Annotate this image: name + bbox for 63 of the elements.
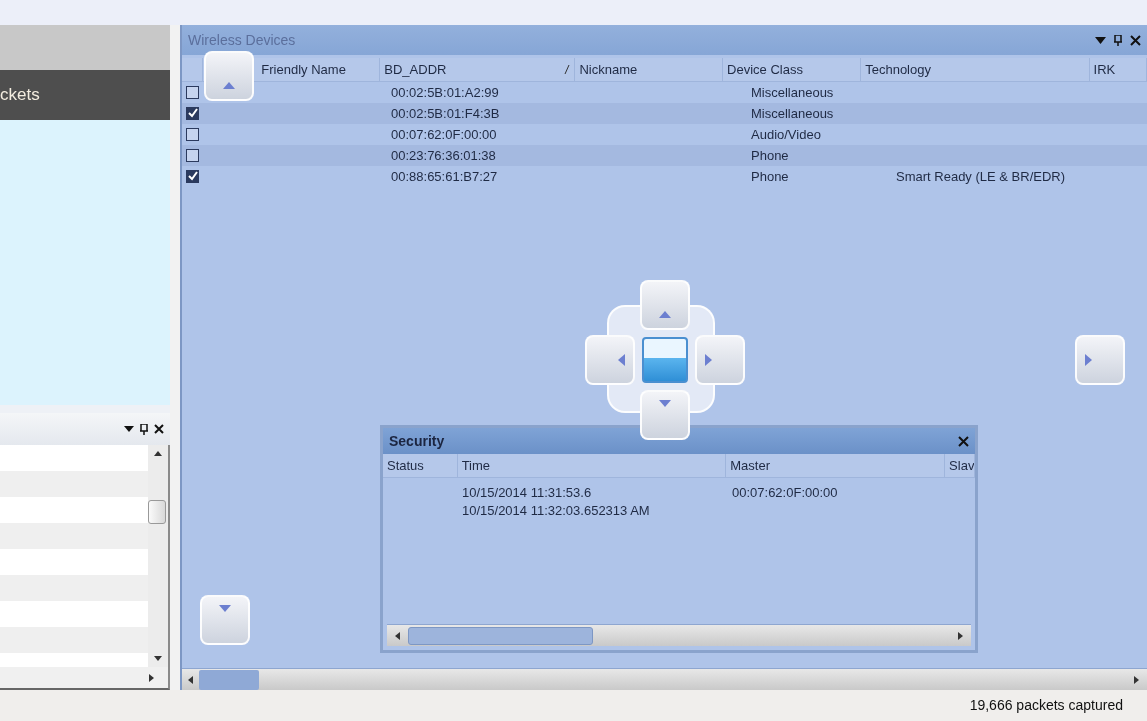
right-arrow-icon	[705, 354, 712, 366]
up-arrow-icon	[223, 82, 235, 89]
scroll-thumb[interactable]	[148, 500, 166, 524]
close-icon[interactable]	[958, 435, 969, 447]
table-cell: 00:23:76:36:01:38	[391, 147, 496, 163]
sort-icon	[564, 65, 571, 74]
scroll-left-icon[interactable]	[188, 675, 193, 684]
scroll-right-icon[interactable]	[958, 631, 963, 640]
table-cell: Miscellaneous	[751, 105, 834, 121]
up-arrow-icon	[659, 311, 671, 318]
table-cell: 00:02:5B:01:F4:3B	[391, 105, 500, 121]
scroll-left-icon[interactable]	[395, 631, 400, 640]
table-cell: 00:07:62:0F:00:00	[732, 485, 838, 501]
table-cell: 10/15/2014 11:32:03.652313 AM	[462, 503, 650, 519]
scroll-thumb[interactable]	[408, 626, 593, 645]
checkbox[interactable]	[186, 170, 199, 183]
dock-bottom-button[interactable]	[640, 390, 690, 440]
column-header[interactable]: Status	[383, 454, 458, 477]
window-title: Security	[389, 431, 445, 451]
table-cell: 00:02:5B:01:A2:99	[391, 84, 499, 100]
column-header[interactable]: Master	[726, 454, 946, 477]
horizontal-scrollbar[interactable]	[387, 624, 971, 646]
column-header[interactable]: Nickname	[575, 58, 724, 81]
horizontal-scrollbar[interactable]	[0, 667, 170, 690]
vertical-scrollbar[interactable]	[148, 445, 168, 667]
dropdown-icon[interactable]	[124, 426, 134, 432]
checkbox[interactable]	[186, 128, 199, 141]
column-header[interactable]: Time	[457, 454, 727, 477]
table-cell: 00:07:62:0F:00:00	[391, 126, 497, 142]
nav-item[interactable]: ckets	[0, 82, 40, 108]
column-header[interactable]: Device Class	[723, 58, 862, 81]
table-cell: 10/15/2014 11:31:53.6	[462, 485, 592, 501]
panel-title: Wireless Devices	[188, 30, 296, 50]
close-icon[interactable]	[154, 424, 164, 434]
dock-center-button[interactable]	[642, 337, 688, 383]
left-arrow-icon	[618, 354, 625, 366]
checkbox[interactable]	[186, 149, 199, 162]
checkbox[interactable]	[186, 86, 199, 99]
pin-icon[interactable]	[1114, 34, 1122, 46]
close-icon[interactable]	[1130, 34, 1141, 46]
column-header[interactable]: BD_ADDR	[380, 58, 576, 81]
down-arrow-icon	[659, 400, 671, 407]
scroll-right-icon[interactable]	[1134, 675, 1139, 684]
dropdown-icon[interactable]	[1095, 36, 1106, 44]
down-arrow-icon	[219, 605, 231, 612]
column-header[interactable]: IRK	[1089, 58, 1147, 81]
table-cell: Phone	[751, 147, 789, 163]
table-cell: 00:88:65:61:B7:27	[391, 168, 498, 184]
pin-icon[interactable]	[140, 423, 148, 435]
scroll-right-icon[interactable]	[149, 673, 154, 682]
table-cell: Phone	[751, 168, 789, 184]
column-header[interactable]: Slav	[945, 454, 975, 477]
table-cell: Miscellaneous	[751, 84, 834, 100]
checkbox[interactable]	[186, 107, 199, 120]
table-cell: Smart Ready (LE & BR/EDR)	[896, 168, 1066, 184]
status-text: 19,666 packets captured	[969, 696, 1123, 715]
table-cell: Audio/Video	[751, 126, 821, 142]
horizontal-scrollbar[interactable]	[182, 668, 1147, 690]
right-arrow-icon	[1085, 354, 1092, 366]
scroll-down-icon[interactable]	[154, 656, 162, 661]
column-header[interactable]: Technology	[861, 58, 1090, 81]
scroll-up-icon[interactable]	[154, 451, 162, 456]
scroll-thumb[interactable]	[199, 669, 259, 690]
